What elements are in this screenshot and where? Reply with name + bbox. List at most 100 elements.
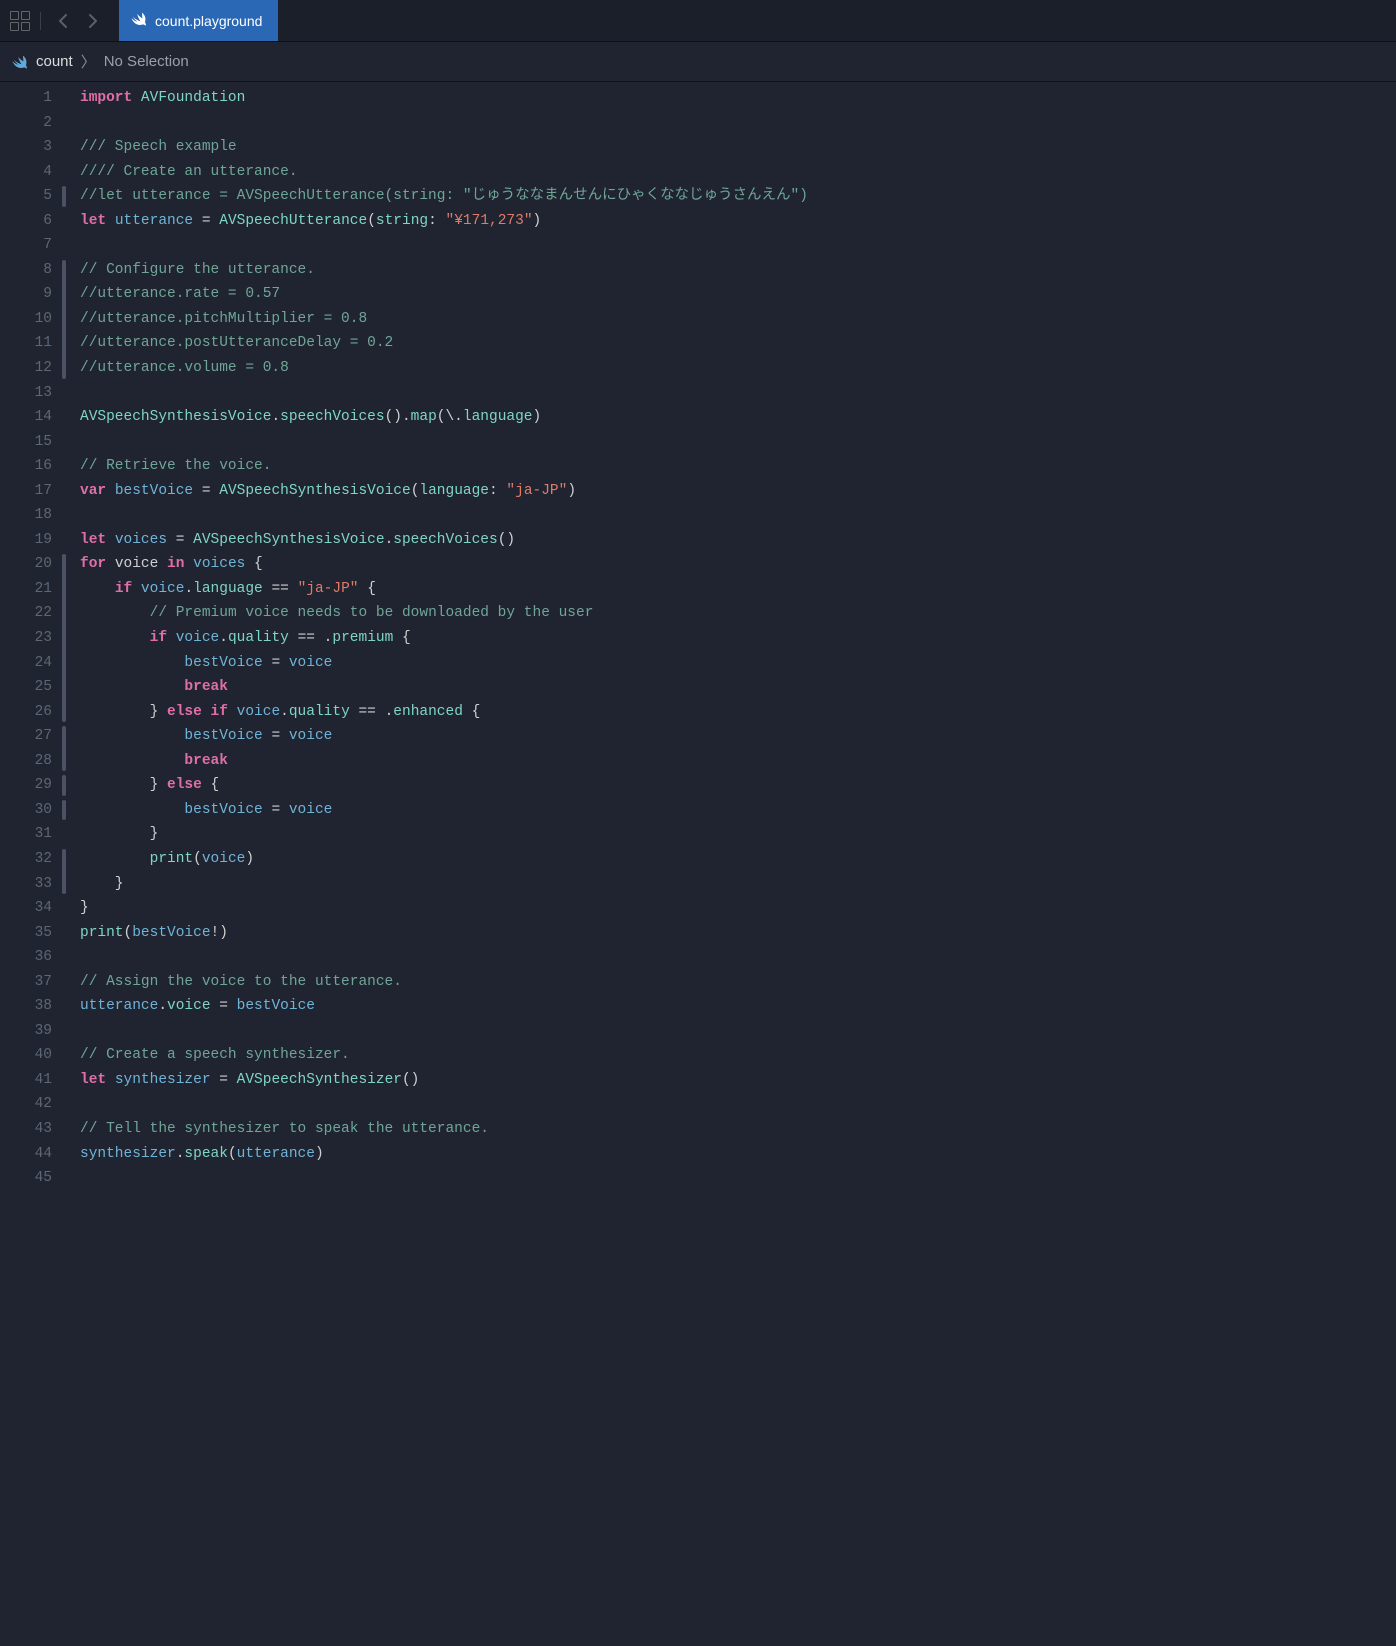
line-number: 40 — [0, 1043, 52, 1068]
code-line[interactable]: var bestVoice = AVSpeechSynthesisVoice(l… — [80, 479, 1382, 504]
line-number: 20 — [0, 552, 52, 577]
code-line[interactable]: for voice in voices { — [80, 552, 1382, 577]
code-line[interactable]: break — [80, 675, 1382, 700]
line-number: 37 — [0, 970, 52, 995]
code-line[interactable]: //utterance.pitchMultiplier = 0.8 — [80, 307, 1382, 332]
code-line[interactable]: print(voice) — [80, 847, 1382, 872]
code-line[interactable] — [80, 111, 1382, 136]
line-number: 18 — [0, 503, 52, 528]
line-number: 8 — [0, 258, 52, 283]
line-number: 6 — [0, 209, 52, 234]
code-line[interactable]: // Configure the utterance. — [80, 258, 1382, 283]
line-number: 34 — [0, 896, 52, 921]
code-line[interactable] — [80, 503, 1382, 528]
code-line[interactable]: // Create a speech synthesizer. — [80, 1043, 1382, 1068]
code-line[interactable]: bestVoice = voice — [80, 651, 1382, 676]
view-selector-icon[interactable] — [10, 11, 30, 31]
line-number: 19 — [0, 528, 52, 553]
nav-back-button[interactable] — [51, 9, 75, 33]
code-area[interactable]: import AVFoundation /// Speech example///… — [62, 86, 1382, 1646]
line-number: 17 — [0, 479, 52, 504]
code-line[interactable]: } — [80, 872, 1382, 897]
code-line[interactable]: print(bestVoice!) — [80, 921, 1382, 946]
breadcrumb-selection[interactable]: No Selection — [104, 53, 189, 70]
code-line[interactable]: import AVFoundation — [80, 86, 1382, 111]
code-line[interactable]: //utterance.volume = 0.8 — [80, 356, 1382, 381]
code-line[interactable]: //utterance.postUtteranceDelay = 0.2 — [80, 331, 1382, 356]
line-number: 21 — [0, 577, 52, 602]
code-line[interactable]: } — [80, 822, 1382, 847]
line-number: 5 — [0, 184, 52, 209]
code-line[interactable]: // Premium voice needs to be downloaded … — [80, 601, 1382, 626]
line-number: 11 — [0, 331, 52, 356]
code-line[interactable]: } else if voice.quality == .enhanced { — [80, 700, 1382, 725]
line-number: 14 — [0, 405, 52, 430]
code-line[interactable]: AVSpeechSynthesisVoice.speechVoices().ma… — [80, 405, 1382, 430]
code-line[interactable]: //// Create an utterance. — [80, 160, 1382, 185]
line-number: 12 — [0, 356, 52, 381]
separator — [40, 12, 41, 30]
line-number: 45 — [0, 1166, 52, 1191]
line-number: 42 — [0, 1092, 52, 1117]
code-line[interactable]: synthesizer.speak(utterance) — [80, 1142, 1382, 1167]
nav-forward-button[interactable] — [81, 9, 105, 33]
code-line[interactable]: // Assign the voice to the utterance. — [80, 970, 1382, 995]
code-line[interactable]: if voice.quality == .premium { — [80, 626, 1382, 651]
line-number: 24 — [0, 651, 52, 676]
tab-title: count.playground — [155, 13, 262, 29]
tab-active[interactable]: count.playground — [119, 0, 278, 41]
line-number: 9 — [0, 282, 52, 307]
code-line[interactable] — [80, 1166, 1382, 1191]
titlebar: count.playground — [0, 0, 1396, 42]
code-line[interactable]: } else { — [80, 773, 1382, 798]
line-number: 23 — [0, 626, 52, 651]
line-number: 15 — [0, 430, 52, 455]
code-line[interactable] — [80, 381, 1382, 406]
line-number: 13 — [0, 381, 52, 406]
line-number: 2 — [0, 111, 52, 136]
vertical-scrollbar[interactable] — [1382, 86, 1396, 1646]
line-number: 35 — [0, 921, 52, 946]
line-number: 4 — [0, 160, 52, 185]
code-editor[interactable]: 1234567891011121314151617181920212223242… — [0, 82, 1396, 1646]
line-number: 31 — [0, 822, 52, 847]
code-line[interactable]: bestVoice = voice — [80, 798, 1382, 823]
line-number: 27 — [0, 724, 52, 749]
code-line[interactable]: let utterance = AVSpeechUtterance(string… — [80, 209, 1382, 234]
code-line[interactable]: break — [80, 749, 1382, 774]
line-number-gutter: 1234567891011121314151617181920212223242… — [0, 86, 62, 1646]
code-line[interactable]: if voice.language == "ja-JP" { — [80, 577, 1382, 602]
line-number: 33 — [0, 872, 52, 897]
code-line[interactable]: utterance.voice = bestVoice — [80, 994, 1382, 1019]
code-line[interactable] — [80, 233, 1382, 258]
code-line[interactable]: // Retrieve the voice. — [80, 454, 1382, 479]
line-number: 36 — [0, 945, 52, 970]
line-number: 25 — [0, 675, 52, 700]
swift-icon — [131, 11, 147, 30]
code-line[interactable]: let synthesizer = AVSpeechSynthesizer() — [80, 1068, 1382, 1093]
line-number: 39 — [0, 1019, 52, 1044]
line-number: 30 — [0, 798, 52, 823]
line-number: 22 — [0, 601, 52, 626]
breadcrumb[interactable]: count 〉 No Selection — [0, 42, 1396, 82]
line-number: 10 — [0, 307, 52, 332]
code-line[interactable]: let voices = AVSpeechSynthesisVoice.spee… — [80, 528, 1382, 553]
code-line[interactable]: bestVoice = voice — [80, 724, 1382, 749]
line-number: 43 — [0, 1117, 52, 1142]
chevron-right-icon: 〉 — [81, 51, 96, 72]
code-line[interactable] — [80, 945, 1382, 970]
code-line[interactable]: // Tell the synthesizer to speak the utt… — [80, 1117, 1382, 1142]
code-line[interactable]: } — [80, 896, 1382, 921]
line-number: 3 — [0, 135, 52, 160]
code-line[interactable] — [80, 1019, 1382, 1044]
code-line[interactable]: //utterance.rate = 0.57 — [80, 282, 1382, 307]
code-line[interactable]: /// Speech example — [80, 135, 1382, 160]
code-line[interactable] — [80, 1092, 1382, 1117]
line-number: 16 — [0, 454, 52, 479]
line-number: 32 — [0, 847, 52, 872]
line-number: 1 — [0, 86, 52, 111]
line-number: 28 — [0, 749, 52, 774]
code-line[interactable] — [80, 430, 1382, 455]
breadcrumb-file[interactable]: count — [36, 53, 73, 70]
code-line[interactable]: //let utterance = AVSpeechUtterance(stri… — [80, 184, 1382, 209]
